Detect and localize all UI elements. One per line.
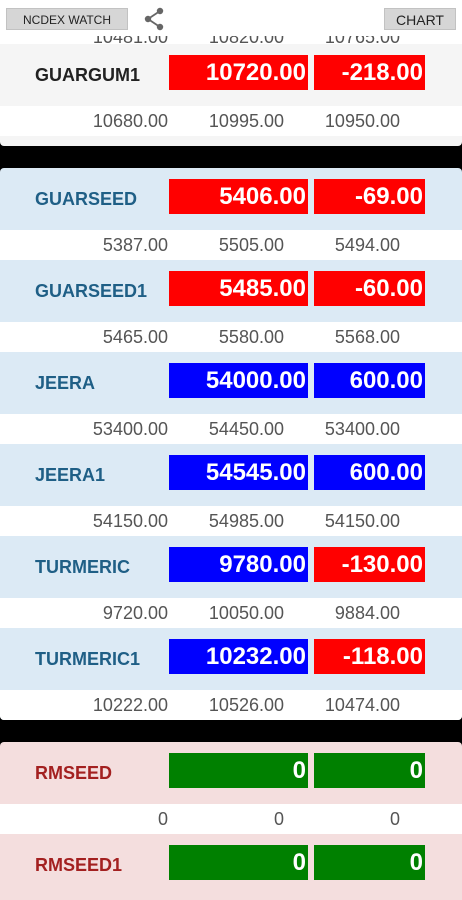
quote-prev-close: 10950.00 bbox=[324, 111, 400, 131]
symbol-name: TURMERIC1 bbox=[35, 649, 141, 669]
quote-high: 10050.00 bbox=[208, 603, 284, 623]
quote-sub-row: 5387.00 5505.00 5494.00 bbox=[0, 230, 462, 260]
quote-low: 10680.00 bbox=[92, 111, 168, 131]
quote-row-guargum1[interactable]: GUARGUM1 10720.00 -218.00 bbox=[0, 44, 462, 106]
quote-sub-row: 53400.00 54450.00 53400.00 bbox=[0, 414, 462, 444]
quote-sub-row: 10680.00 10995.00 10950.00 bbox=[0, 106, 462, 136]
quote-sub-row: 9720.00 10050.00 9884.00 bbox=[0, 598, 462, 628]
quote-row-turmeric[interactable]: TURMERIC 9780.00 -130.00 bbox=[0, 536, 462, 598]
quote-row-turmeric1[interactable]: TURMERIC1 10232.00 -118.00 bbox=[0, 628, 462, 690]
change-box: -118.00 bbox=[314, 639, 425, 674]
ncdex-watch-button[interactable]: NCDEX WATCH bbox=[6, 8, 128, 30]
quote-prev-close: 9884.00 bbox=[334, 603, 400, 623]
quote-high: 10995.00 bbox=[208, 111, 284, 131]
ltp-box: 54545.00 bbox=[169, 455, 308, 490]
quote-low: 0 bbox=[157, 809, 168, 829]
quote-sub-row: 5465.00 5580.00 5568.00 bbox=[0, 322, 462, 352]
quote-row-jeera[interactable]: JEERA 54000.00 600.00 bbox=[0, 352, 462, 414]
ltp-box: 0 bbox=[169, 845, 308, 880]
quote-row-rmseed1[interactable]: RMSEED1 0 0 bbox=[0, 834, 462, 896]
change-box: -218.00 bbox=[314, 55, 425, 90]
symbol-name: JEERA bbox=[35, 373, 96, 393]
ltp-box: 5406.00 bbox=[169, 179, 308, 214]
quote-high: 0 bbox=[273, 809, 284, 829]
quote-high: 54985.00 bbox=[208, 511, 284, 531]
change-box: -60.00 bbox=[314, 271, 425, 306]
watch-card-spices: GUARSEED 5406.00 -69.00 5387.00 5505.00 … bbox=[0, 168, 462, 720]
change-box: 600.00 bbox=[314, 363, 425, 398]
chart-button[interactable]: CHART bbox=[384, 8, 456, 30]
quote-sub-row: 54150.00 54985.00 54150.00 bbox=[0, 506, 462, 536]
symbol-name: GUARSEED bbox=[35, 189, 138, 209]
quote-row-guarseed[interactable]: GUARSEED 5406.00 -69.00 bbox=[0, 168, 462, 230]
change-box: 0 bbox=[314, 753, 425, 788]
ltp-box: 54000.00 bbox=[169, 363, 308, 398]
quote-prev-close: 10474.00 bbox=[324, 695, 400, 715]
ltp-box: 10232.00 bbox=[169, 639, 308, 674]
symbol-name: TURMERIC bbox=[35, 557, 130, 577]
ltp-box: 5485.00 bbox=[169, 271, 308, 306]
change-box: 600.00 bbox=[314, 455, 425, 490]
symbol-name: RMSEED1 bbox=[35, 855, 123, 875]
quote-prev-close: 0 bbox=[389, 809, 400, 829]
share-icon[interactable] bbox=[142, 6, 166, 32]
symbol-name: RMSEED bbox=[35, 763, 113, 783]
quote-low: 10222.00 bbox=[92, 695, 168, 715]
watch-card-guargum: 10481.00 10820.00 10765.00 GUARGUM1 1072… bbox=[0, 22, 462, 146]
quote-row-rmseed[interactable]: RMSEED 0 0 bbox=[0, 742, 462, 804]
ltp-box: 9780.00 bbox=[169, 547, 308, 582]
quote-high: 5580.00 bbox=[218, 327, 284, 347]
quote-prev-close: 5568.00 bbox=[334, 327, 400, 347]
quote-low: 53400.00 bbox=[92, 419, 168, 439]
quote-low: 5387.00 bbox=[102, 235, 168, 255]
quote-high: 10526.00 bbox=[208, 695, 284, 715]
quote-prev-close: 54150.00 bbox=[324, 511, 400, 531]
symbol-name: JEERA1 bbox=[35, 465, 106, 485]
change-box: -69.00 bbox=[314, 179, 425, 214]
quote-prev-close: 53400.00 bbox=[324, 419, 400, 439]
top-toolbar: NCDEX WATCH CHART bbox=[0, 0, 462, 36]
symbol-name: GUARGUM1 bbox=[35, 65, 141, 85]
quote-row-jeera1[interactable]: JEERA1 54545.00 600.00 bbox=[0, 444, 462, 506]
quote-row-guarseed1[interactable]: GUARSEED1 5485.00 -60.00 bbox=[0, 260, 462, 322]
quote-prev-close: 5494.00 bbox=[334, 235, 400, 255]
quote-high: 54450.00 bbox=[208, 419, 284, 439]
quote-high: 5505.00 bbox=[218, 235, 284, 255]
symbol-name: GUARSEED1 bbox=[35, 281, 148, 301]
change-box: 0 bbox=[314, 845, 425, 880]
change-box: -130.00 bbox=[314, 547, 425, 582]
ltp-box: 0 bbox=[169, 753, 308, 788]
quote-low: 54150.00 bbox=[92, 511, 168, 531]
quote-sub-row: 0 0 0 bbox=[0, 804, 462, 834]
quote-low: 5465.00 bbox=[102, 327, 168, 347]
watch-card-rmseed: RMSEED 0 0 0 0 0 RMSEED1 0 0 bbox=[0, 742, 462, 900]
ltp-box: 10720.00 bbox=[169, 55, 308, 90]
quote-low: 9720.00 bbox=[102, 603, 168, 623]
quote-sub-row: 10222.00 10526.00 10474.00 bbox=[0, 690, 462, 720]
